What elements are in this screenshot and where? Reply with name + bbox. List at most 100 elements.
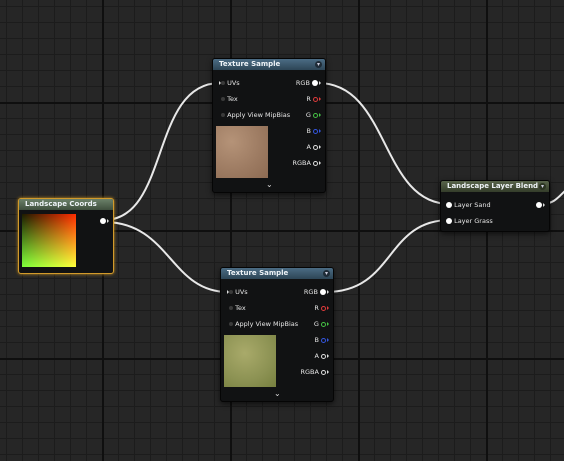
output-arrow-icon [319,145,321,149]
input-pin-layer-grass[interactable]: Layer Grass [446,216,493,226]
output-pin-rgba[interactable]: RGBA [292,158,321,168]
pin-icon [321,337,326,343]
pin-icon [313,128,318,134]
output-pin-a[interactable]: A [314,351,329,361]
pin-connected-icon [320,289,326,295]
output-pin-g[interactable]: G [314,319,329,329]
output-pin-r[interactable]: R [314,303,329,313]
output-arrow-icon [319,113,321,117]
pin-icon [229,322,233,326]
pin-label: B [306,127,311,135]
pin-label: A [314,352,319,360]
input-pin-uvs[interactable]: UVs [226,287,248,297]
expand-chevron-icon[interactable]: ⌄ [266,180,273,189]
input-pin-tex[interactable]: Tex [226,303,246,313]
pin-label: R [314,304,319,312]
wire-sample1-rgb-to-layer-sand [317,82,451,205]
output-arrow-icon [327,338,329,342]
output-arrow-icon [327,290,329,294]
output-pin-rgb[interactable]: RGB [304,287,329,297]
output-pin-b[interactable]: B [314,335,329,345]
pin-label: G [305,111,311,119]
output-arrow-icon [327,306,329,310]
input-pin-apply-view-mipbias[interactable]: Apply View MipBias [226,319,298,329]
pin-label: Tex [235,304,246,312]
output-pin-b[interactable]: B [306,126,321,136]
pin-label: A [306,143,311,151]
output-arrow-icon [327,354,329,358]
pin-connected-icon [446,218,452,224]
output-arrow-icon [319,161,321,165]
node-title: Texture Sample ▾ [213,59,325,70]
texture-preview-grass [224,335,276,387]
node-title: Landscape Layer Blend ▾ [441,181,549,192]
pin-icon [321,321,326,327]
pin-connected-icon [100,218,106,224]
pin-icon [313,160,318,166]
collapse-caret-icon[interactable]: ▾ [539,183,546,190]
texture-sample-node-2[interactable]: Texture Sample ▾ UVs Tex Apply View MipB… [220,267,334,402]
output-arrow-icon [319,129,321,133]
pin-icon [229,306,233,310]
pin-icon [321,353,326,359]
collapse-caret-icon[interactable]: ▾ [323,270,330,277]
pin-connected-icon [446,202,452,208]
node-title-text: Texture Sample [227,269,289,277]
output-arrow-icon [319,81,321,85]
pin-label: Tex [227,95,238,103]
pin-label: RGB [303,288,318,296]
node-title-text: Landscape Layer Blend [447,182,539,190]
input-pin-uvs[interactable]: UVs [218,78,240,88]
output-pin-rgb[interactable]: RGB [296,78,321,88]
pin-label: Layer Sand [454,201,491,209]
pin-label: G [313,320,319,328]
input-pin-tex[interactable]: Tex [218,94,238,104]
pin-icon [313,144,318,150]
output-pin-g[interactable]: G [306,110,321,120]
output-pin-rgba[interactable]: RGBA [300,367,329,377]
output-arrow-icon [319,97,321,101]
wire-coords-to-sample1-uvs [103,82,221,221]
node-title-text: Landscape Coords [25,200,97,208]
texture-preview-sand [216,126,268,178]
pin-icon [313,96,318,102]
pin-label: UVs [227,79,240,87]
output-arrow-icon [327,370,329,374]
pin-icon [313,112,318,118]
output-pin[interactable] [536,200,545,210]
input-pin-apply-view-mipbias[interactable]: Apply View MipBias [218,110,290,120]
node-title: Landscape Coords [19,199,113,210]
landscape-coords-node[interactable]: Landscape Coords [18,198,114,274]
pin-icon [221,113,225,117]
pin-label: RGBA [292,159,311,167]
node-title: Texture Sample ▾ [221,268,333,279]
collapse-caret-icon[interactable]: ▾ [315,61,322,68]
texture-sample-node-1[interactable]: Texture Sample ▾ UVs Tex Apply View MipB… [212,58,326,193]
wire-sample2-rgb-to-layer-grass [325,219,451,293]
pin-connected-icon [536,202,542,208]
pin-label: Layer Grass [454,217,493,225]
output-pin-r[interactable]: R [306,94,321,104]
pin-label: B [314,336,319,344]
pin-icon [221,81,225,85]
node-title-text: Texture Sample [219,60,281,68]
pin-connected-icon [312,80,318,86]
expand-chevron-icon[interactable]: ⌄ [274,389,281,398]
pin-icon [229,290,233,294]
output-arrow-icon [327,322,329,326]
pin-icon [321,305,326,311]
output-arrow-icon [107,219,109,223]
output-pin[interactable] [100,216,109,226]
output-arrow-icon [543,203,545,207]
pin-label: Apply View MipBias [227,111,291,119]
pin-label: RGB [295,79,310,87]
uv-gradient-preview [22,214,76,267]
landscape-layer-blend-node[interactable]: Landscape Layer Blend ▾ Layer Sand Layer… [440,180,550,232]
pin-icon [321,369,326,375]
pin-label: RGBA [300,368,319,376]
input-pin-layer-sand[interactable]: Layer Sand [446,200,491,210]
pin-label: UVs [235,288,248,296]
output-pin-a[interactable]: A [306,142,321,152]
pin-icon [221,97,225,101]
wire-coords-to-sample2-uvs [103,221,229,293]
